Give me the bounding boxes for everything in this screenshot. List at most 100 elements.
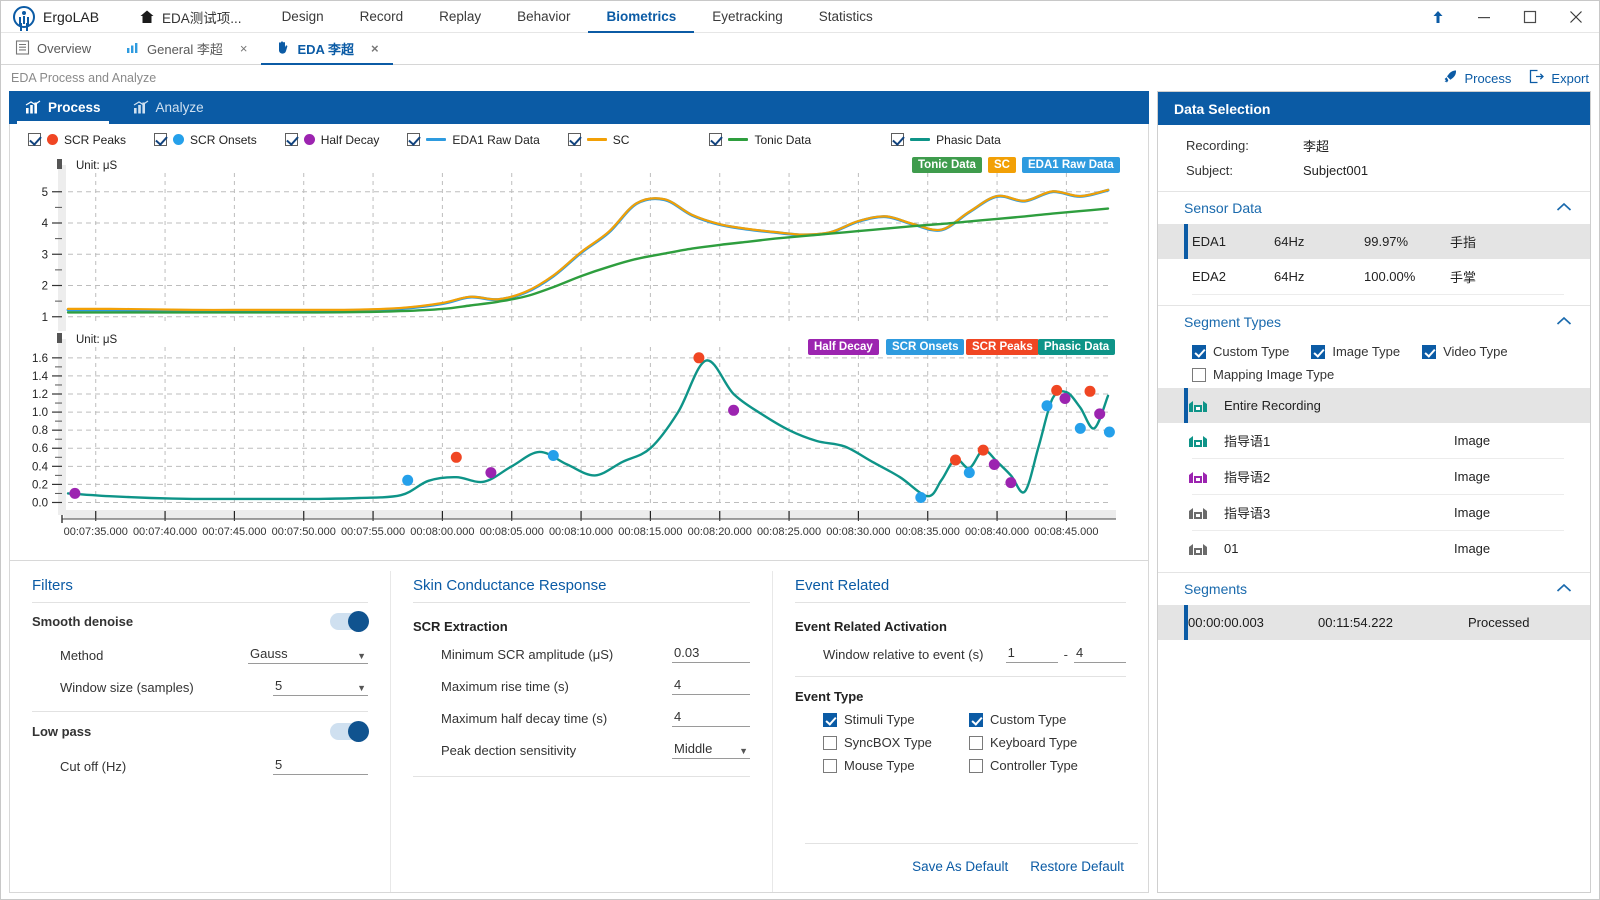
checkbox[interactable] [1311, 345, 1325, 359]
smooth-denoise-toggle[interactable] [330, 613, 368, 630]
legend-eda1-raw[interactable]: EDA1 Raw Data [407, 133, 539, 147]
tab-close-icon[interactable]: × [371, 41, 379, 56]
tab-overview[interactable]: Overview [1, 33, 111, 64]
checkbox[interactable] [1192, 368, 1206, 382]
event-window-to-input[interactable]: 4 [1074, 645, 1126, 663]
legend-scr-onsets[interactable]: SCR Onsets [154, 133, 257, 147]
max-rise-input[interactable]: 4 [672, 677, 750, 695]
type-row-3[interactable]: 指导语3 Image [1158, 495, 1590, 530]
menu-item-record[interactable]: Record [342, 1, 422, 33]
checkbox[interactable] [969, 713, 983, 727]
event-type-label: Event Type [795, 677, 1126, 708]
type-row-4[interactable]: 01 Image [1158, 531, 1590, 566]
checkbox[interactable] [969, 759, 983, 773]
badge-scr-peaks[interactable]: SCR Peaks [966, 339, 1039, 355]
sensor-rate: 64Hz [1274, 234, 1364, 249]
sensor-row-eda2[interactable]: EDA2 64Hz 100.00% 手掌 [1158, 259, 1590, 294]
event-type-keyboard[interactable]: Keyboard Type [969, 735, 1115, 750]
chevron-up-icon[interactable] [1556, 201, 1572, 215]
chart-legend: SCR Peaks SCR Onsets Half Decay [10, 124, 1148, 155]
menu-item-design[interactable]: Design [264, 1, 342, 33]
chevron-down-icon: ▼ [739, 746, 748, 756]
type-row-1[interactable]: 指导语1 Image [1158, 423, 1590, 458]
event-type-controller[interactable]: Controller Type [969, 758, 1115, 773]
checkbox[interactable] [823, 759, 837, 773]
restore-default-button[interactable]: Restore Default [1030, 859, 1124, 874]
upload-icon[interactable] [1415, 1, 1461, 33]
badge-phasic-data[interactable]: Phasic Data [1038, 339, 1115, 355]
sensitivity-select[interactable]: Middle ▼ [672, 741, 750, 759]
event-title: Event Related [795, 577, 1126, 603]
menu-item-statistics[interactable]: Statistics [801, 1, 891, 33]
chevron-up-icon[interactable] [1556, 315, 1572, 329]
menu-item-behavior[interactable]: Behavior [499, 1, 588, 33]
max-half-decay-input[interactable]: 4 [672, 709, 750, 727]
svg-text:00:08:10.000: 00:08:10.000 [549, 526, 613, 538]
event-type-custom[interactable]: Custom Type [969, 712, 1115, 727]
event-type-syncbox[interactable]: SyncBOX Type [823, 735, 969, 750]
legend-phasic[interactable]: Phasic Data [891, 133, 1001, 147]
legend-scr-peaks[interactable]: SCR Peaks [28, 133, 126, 147]
segment-type-mapping-image[interactable]: Mapping Image Type [1192, 367, 1334, 382]
event-window-from-input[interactable]: 1 [1006, 645, 1058, 663]
close-button[interactable] [1553, 1, 1599, 33]
badge-scr-onsets[interactable]: SCR Onsets [886, 339, 964, 355]
sensor-site: 手指 [1450, 232, 1476, 251]
segment-row-0[interactable]: 00:00:00.003 00:11:54.222 Processed [1158, 605, 1590, 640]
segment-type-custom[interactable]: Custom Type [1192, 344, 1289, 359]
minimize-button[interactable] [1461, 1, 1507, 33]
checkbox[interactable] [823, 713, 837, 727]
badge-tonic-data[interactable]: Tonic Data [912, 157, 982, 173]
segment-type-video[interactable]: Video Type [1422, 344, 1508, 359]
save-as-default-button[interactable]: Save As Default [912, 859, 1008, 874]
legend-checkbox[interactable] [285, 133, 298, 146]
process-button[interactable]: Process [1443, 69, 1511, 87]
svg-text:0.8: 0.8 [32, 425, 48, 437]
segments-group-header[interactable]: Segments [1158, 573, 1590, 605]
mode-label: Process [48, 100, 101, 115]
event-type-mouse[interactable]: Mouse Type [823, 758, 969, 773]
badge-eda1-raw-data[interactable]: EDA1 Raw Data [1022, 157, 1120, 173]
badge-half-decay[interactable]: Half Decay [808, 339, 879, 355]
menu-item-eyetracking[interactable]: Eyetracking [694, 1, 801, 33]
menu-item-biometrics[interactable]: Biometrics [588, 1, 694, 33]
tab-general[interactable]: General 李超 × [111, 33, 261, 64]
method-select[interactable]: Gauss ▼ [248, 646, 368, 664]
legend-tonic[interactable]: Tonic Data [709, 133, 811, 147]
legend-checkbox[interactable] [28, 133, 41, 146]
mode-process[interactable]: Process [9, 91, 117, 124]
type-row-2[interactable]: 指导语2 Image [1158, 459, 1590, 494]
low-pass-toggle[interactable] [330, 723, 368, 740]
project-button[interactable]: EDA测试项... [117, 7, 264, 27]
export-button[interactable]: Export [1529, 69, 1589, 87]
badge-sc[interactable]: SC [988, 157, 1016, 173]
segment-type-image[interactable]: Image Type [1311, 344, 1400, 359]
legend-checkbox[interactable] [709, 133, 722, 146]
segment-types-group-header[interactable]: Segment Types [1158, 306, 1590, 338]
legend-checkbox[interactable] [154, 133, 167, 146]
checkbox[interactable] [1192, 345, 1206, 359]
min-amplitude-input[interactable]: 0.03 [672, 645, 750, 663]
checkbox[interactable] [823, 736, 837, 750]
scr-peaks-marker-icon [47, 134, 58, 145]
mode-analyze[interactable]: Analyze [117, 91, 220, 124]
tab-eda[interactable]: EDA 李超 × [261, 33, 392, 64]
legend-checkbox[interactable] [891, 133, 904, 146]
tab-close-icon[interactable]: × [240, 41, 248, 56]
menu-item-replay[interactable]: Replay [421, 1, 499, 33]
sensor-data-group-header[interactable]: Sensor Data [1158, 192, 1590, 224]
legend-checkbox[interactable] [407, 133, 420, 146]
legend-half-decay[interactable]: Half Decay [285, 133, 380, 147]
chevron-up-icon[interactable] [1556, 582, 1572, 596]
event-type-stimuli[interactable]: Stimuli Type [823, 712, 969, 727]
maximize-button[interactable] [1507, 1, 1553, 33]
type-row-entire-recording[interactable]: Entire Recording [1158, 388, 1590, 423]
checkbox[interactable] [969, 736, 983, 750]
checkbox[interactable] [1422, 345, 1436, 359]
legend-sc[interactable]: SC [568, 133, 630, 147]
chart-plot-area[interactable]: 00:07:35.00000:07:40.00000:07:45.00000:0… [10, 155, 1148, 555]
window-size-select[interactable]: 5 ▼ [273, 678, 368, 696]
cut-off-input[interactable]: 5 [273, 757, 368, 775]
legend-checkbox[interactable] [568, 133, 581, 146]
sensor-row-eda1[interactable]: EDA1 64Hz 99.97% 手指 [1158, 224, 1590, 259]
